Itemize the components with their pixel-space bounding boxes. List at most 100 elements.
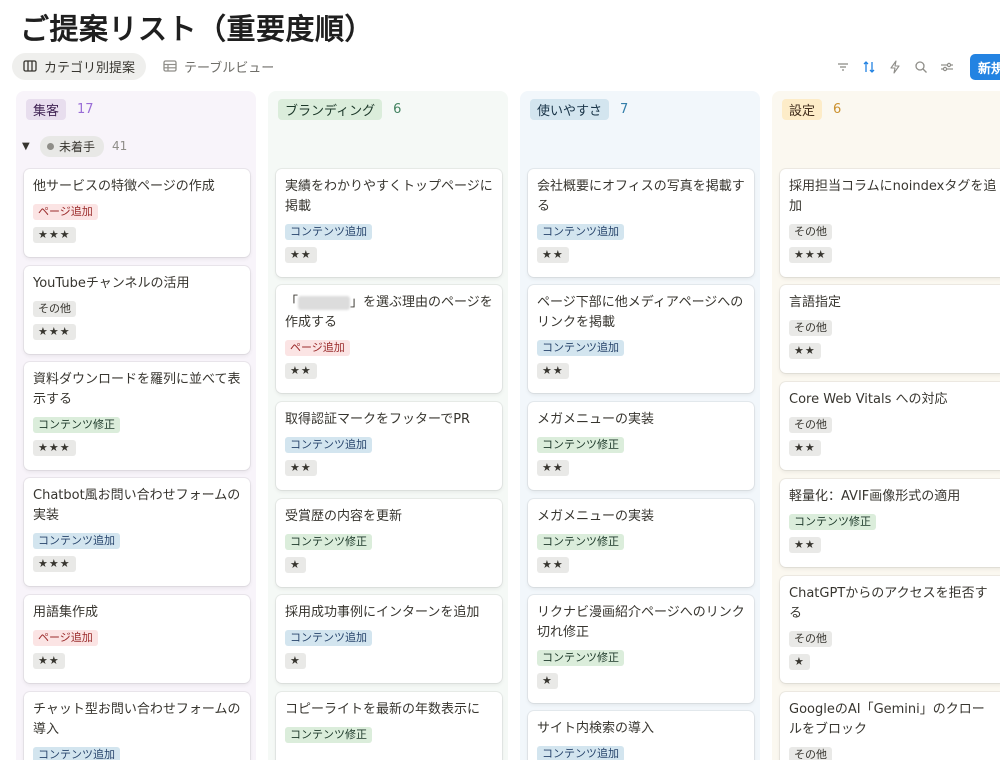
card[interactable]: メガメニューの実装 コンテンツ修正 ★★ (528, 402, 754, 490)
card-title: リクナビ漫画紹介ページへのリンク切れ修正 (537, 605, 745, 640)
priority-stars: ★★ (789, 343, 821, 359)
priority-stars: ★ (285, 557, 306, 573)
priority-stars: ★★ (537, 557, 569, 573)
category-tag: その他 (789, 417, 832, 433)
priority-stars: ★★ (285, 460, 317, 476)
card[interactable]: ページ下部に他メディアページへのリンクを掲載 コンテンツ追加 ★★ (528, 285, 754, 393)
category-tag: コンテンツ追加 (33, 747, 120, 760)
table-icon (163, 59, 177, 73)
page-title: ご提案リスト（重要度順） (20, 12, 375, 46)
lightning-icon[interactable] (886, 58, 904, 76)
card[interactable]: 受賞歴の内容を更新 コンテンツ修正 ★ (276, 499, 502, 587)
card[interactable]: 取得認証マークをフッターでPR コンテンツ追加 ★★ (276, 402, 502, 490)
card[interactable]: メガメニューの実装 コンテンツ修正 ★★ (528, 499, 754, 587)
tab-label: テーブルビュー (184, 60, 275, 76)
card[interactable]: 採用成功事例にインターンを追加 コンテンツ追加 ★ (276, 595, 502, 683)
column-count: 17 (77, 101, 94, 117)
category-tag: コンテンツ追加 (537, 746, 624, 760)
card[interactable]: コピーライトを最新の年数表示に コンテンツ修正 (276, 692, 502, 760)
tab-label: カテゴリ別提案 (44, 60, 136, 76)
card-title: 他サービスの特徴ページの作成 (33, 179, 215, 194)
category-tag: コンテンツ修正 (33, 417, 120, 433)
card-title: 「」を選ぶ理由のページを作成する (285, 293, 493, 333)
column-count: 7 (620, 101, 629, 117)
tab-category-board[interactable]: カテゴリ別提案 (12, 52, 147, 80)
card-title: サイト内検索の導入 (537, 721, 655, 736)
card[interactable]: 軽量化：AVIF画像形式の適用 コンテンツ修正 ★★ (780, 479, 1000, 567)
card[interactable]: 実績をわかりやすくトップページに掲載 コンテンツ追加 ★★ (276, 169, 502, 277)
category-tag: ページ追加 (33, 204, 98, 220)
column-header-usability[interactable]: 使いやすさ 7 (530, 98, 629, 120)
card-title: 言語指定 (789, 295, 842, 310)
group-header-not-started[interactable]: ▼ 未着手 41 (22, 135, 128, 157)
card[interactable]: 会社概要にオフィスの写真を掲載する コンテンツ追加 ★★ (528, 169, 754, 277)
card[interactable]: 資料ダウンロードを羅列に並べて表示する コンテンツ修正 ★★★ (24, 362, 250, 470)
new-button[interactable]: 新規 (970, 54, 1000, 80)
card[interactable]: YouTubeチャンネルの活用 その他 ★★★ (24, 266, 250, 354)
redacted-company-name (298, 295, 351, 310)
priority-stars: ★★★ (33, 440, 76, 456)
tab-table-view[interactable]: テーブルビュー (152, 53, 285, 80)
category-tag: コンテンツ修正 (537, 534, 624, 550)
card-title: 受賞歴の内容を更新 (285, 509, 403, 524)
priority-stars: ★★★ (33, 556, 76, 572)
sort-icon[interactable] (860, 58, 878, 76)
status-badge: 未着手 (40, 135, 105, 157)
view-switcher: カテゴリ別提案 テーブルビュー (12, 52, 285, 80)
priority-stars: ★★ (33, 653, 65, 669)
collapse-triangle-icon[interactable]: ▼ (22, 141, 32, 152)
card-title: ChatGPTからのアクセスを拒否する (789, 586, 988, 621)
priority-stars: ★★ (285, 247, 317, 263)
category-tag: コンテンツ追加 (537, 224, 624, 240)
search-icon[interactable] (912, 58, 930, 76)
group-count: 41 (112, 139, 128, 153)
category-tag: ページ追加 (33, 630, 98, 646)
card[interactable]: 採用担当コラムにnoindexタグを追加 その他 ★★★ (780, 169, 1000, 277)
category-tag: コンテンツ修正 (285, 727, 372, 743)
priority-stars: ★★★ (33, 324, 76, 340)
category-tag: コンテンツ追加 (33, 533, 120, 549)
card[interactable]: 用語集作成 ページ追加 ★★ (24, 595, 250, 683)
column-name: ブランディング (278, 98, 383, 120)
category-tag: その他 (789, 747, 832, 760)
board-columns-icon (23, 59, 37, 73)
card[interactable]: 他サービスの特徴ページの作成 ページ追加 ★★★ (24, 169, 250, 257)
card[interactable]: Core Web Vitals への対応 その他 ★★ (780, 382, 1000, 470)
card[interactable]: 「」を選ぶ理由のページを作成する ページ追加 ★★ (276, 285, 502, 393)
card-title: 会社概要にオフィスの写真を掲載する (537, 179, 745, 214)
card-title: 実績をわかりやすくトップページに掲載 (285, 179, 493, 214)
database-toolbar: 新規 (834, 54, 1000, 80)
category-tag: その他 (33, 301, 76, 317)
card[interactable]: チャット型お問い合わせフォームの導入 コンテンツ追加 (24, 692, 250, 760)
column-header-branding[interactable]: ブランディング 6 (278, 98, 402, 120)
priority-stars: ★ (285, 653, 306, 669)
priority-stars: ★★ (537, 460, 569, 476)
category-tag: コンテンツ追加 (285, 630, 372, 646)
title-prefix: 「 (285, 295, 299, 310)
card[interactable]: GoogleのAI「Gemini」のクロールをブロック その他 (780, 692, 1000, 760)
filter-icon[interactable] (834, 58, 852, 76)
column-header-settings[interactable]: 設定 6 (782, 98, 842, 120)
card-title: GoogleのAI「Gemini」のクロールをブロック (789, 702, 985, 737)
card-title: YouTubeチャンネルの活用 (33, 276, 190, 291)
card[interactable]: ChatGPTからのアクセスを拒否する その他 ★ (780, 576, 1000, 683)
status-dot-icon (47, 142, 54, 150)
settings-sliders-icon[interactable] (938, 58, 956, 76)
column-header-acquisition[interactable]: 集客 17 (26, 98, 94, 120)
category-tag: コンテンツ追加 (537, 340, 624, 356)
category-tag: コンテンツ修正 (537, 437, 624, 453)
card[interactable]: サイト内検索の導入 コンテンツ追加 (528, 711, 754, 760)
column-name: 集客 (26, 98, 67, 120)
column-count: 6 (393, 101, 402, 117)
card[interactable]: Chatbot風お問い合わせフォームの実装 コンテンツ追加 ★★★ (24, 478, 250, 586)
card[interactable]: リクナビ漫画紹介ページへのリンク切れ修正 コンテンツ修正 ★ (528, 595, 754, 703)
column-count: 6 (833, 101, 842, 117)
category-tag: コンテンツ追加 (285, 437, 372, 453)
card[interactable]: 言語指定 その他 ★★ (780, 285, 1000, 373)
priority-stars: ★★ (285, 363, 317, 379)
category-tag: ページ追加 (285, 340, 350, 356)
card-title: 資料ダウンロードを羅列に並べて表示する (33, 372, 241, 407)
card-title: 軽量化：AVIF画像形式の適用 (789, 489, 961, 504)
card-title: 取得認証マークをフッターでPR (285, 412, 471, 427)
card-title: Chatbot風お問い合わせフォームの実装 (33, 488, 241, 523)
